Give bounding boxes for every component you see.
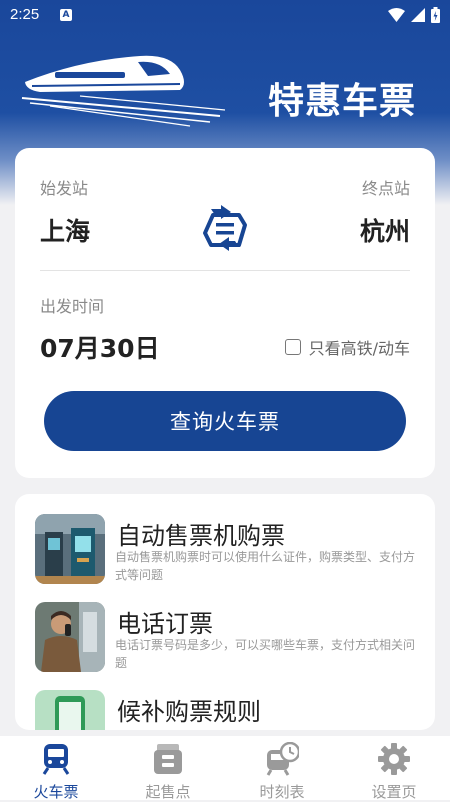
tab-sale-points[interactable]: 起售点 <box>118 742 218 802</box>
bullet-train-illustration <box>21 55 226 127</box>
search-tickets-button[interactable]: 查询火车票 <box>44 391 406 451</box>
search-card: 始发站 终点站 上海 杭州 出发时间 07月30日 只看高铁/动车 查询火车票 <box>15 148 435 478</box>
status-bar: 2:25 A <box>0 0 450 30</box>
nav-label: 火车票 <box>33 783 79 801</box>
guide-title: 自动售票机购票 <box>117 522 285 550</box>
tab-settings[interactable]: 设置页 <box>344 742 444 802</box>
highspeed-only-toggle[interactable]: 只看高铁/动车 <box>284 335 410 359</box>
gear-icon <box>378 743 410 775</box>
departure-date[interactable]: 07月30日 <box>40 329 160 365</box>
status-time: 2:25 <box>10 6 40 23</box>
nav-label: 起售点 <box>145 783 191 801</box>
from-station-label: 始发站 <box>40 179 89 198</box>
highspeed-checkbox[interactable] <box>284 339 301 355</box>
notification-icon: A <box>60 9 72 21</box>
highspeed-label: 只看高铁/动车 <box>308 339 410 358</box>
guide-list: 自动售票机购票 自动售票机购票时可以使用什么证件，购票类型、支付方式等问题 电话… <box>15 494 435 730</box>
ticket-stack-icon <box>154 744 182 774</box>
bottom-navigation: 火车票 起售点 时刻表 设置页 <box>0 736 450 802</box>
tab-timetable[interactable]: 时刻表 <box>232 741 332 802</box>
page-title: 特惠车票 <box>267 81 416 122</box>
tab-train-tickets[interactable]: 火车票 <box>6 742 106 802</box>
guide-description: 电话订票号码是多少，可以买哪些车票，支付方式相关问题 <box>115 638 416 670</box>
train-clock-icon <box>266 741 301 776</box>
nav-label: 时刻表 <box>259 783 305 801</box>
from-station[interactable]: 上海 <box>40 212 90 248</box>
ticket-machine-thumbnail <box>35 514 105 584</box>
guide-description: 自动售票机购票时可以使用什么证件，购票类型、支付方式等问题 <box>115 550 416 582</box>
wifi-icon <box>388 8 405 22</box>
status-icons <box>388 7 440 23</box>
nav-label: 设置页 <box>371 783 417 801</box>
to-station-label: 终点站 <box>361 179 410 198</box>
divider <box>40 270 410 271</box>
departure-time-label: 出发时间 <box>40 297 105 316</box>
swap-stations-icon[interactable] <box>199 203 251 253</box>
phone-booking-thumbnail <box>35 602 105 672</box>
train-icon <box>42 744 70 775</box>
guide-title: 候补购票规则 <box>117 698 261 726</box>
to-station[interactable]: 杭州 <box>360 212 410 248</box>
guide-title: 电话订票 <box>117 610 213 638</box>
signal-icon <box>411 8 425 22</box>
battery-icon <box>431 7 440 23</box>
waitlist-thumbnail <box>35 690 105 730</box>
